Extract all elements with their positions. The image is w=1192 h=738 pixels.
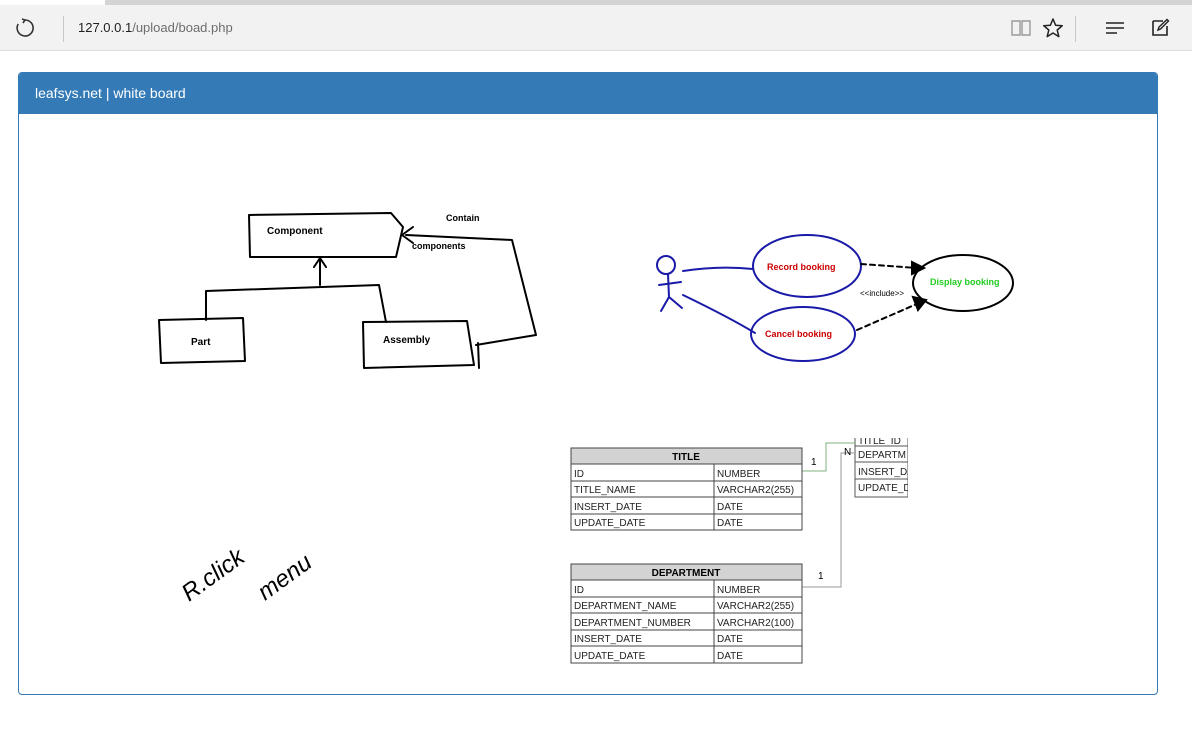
partial-table: TITLE_ID DEPARTM INSERT_DA UPDATE_D: [853, 433, 948, 503]
cancel-booking-label: Cancel booking: [765, 329, 832, 339]
hub-menu-icon[interactable]: [1100, 13, 1130, 43]
department-table: DEPARTMENT ID NUMBER DEPARTMENT_NAME VAR…: [570, 563, 803, 664]
partial-row: INSERT_DA: [858, 467, 914, 478]
whiteboard-canvas[interactable]: Component Part Assembly Contain componen…: [19, 115, 1157, 694]
url-host: 127.0.0.1: [78, 20, 133, 35]
assembly-label: Assembly: [383, 335, 431, 346]
relation-label-line2: components: [412, 241, 466, 251]
url-path: /upload/boad.php: [132, 20, 233, 35]
include-arrow-bottom: [856, 302, 920, 331]
refresh-icon[interactable]: [10, 13, 40, 43]
include-arrow-top: [860, 263, 918, 269]
web-note-icon[interactable]: [1145, 13, 1175, 43]
favorite-star-icon[interactable]: [1038, 13, 1068, 43]
address-bar[interactable]: 127.0.0.1/upload/boad.php: [78, 20, 233, 35]
include-label: <<include>>: [860, 289, 904, 298]
department-cell: INSERT_DATE: [574, 634, 642, 645]
title-table-name: TITLE: [672, 452, 700, 463]
department-cell: ID: [574, 585, 584, 596]
cardinality-department: 1: [818, 571, 824, 582]
department-cell: DATE: [717, 634, 743, 645]
use-case-diagram: [656, 234, 1014, 362]
title-cell: DATE: [717, 518, 743, 529]
actor-to-cancel-line: [682, 294, 756, 334]
department-table-name: DEPARTMENT: [652, 568, 721, 579]
relation-line-department: [802, 452, 855, 588]
toolbar-separator: [1075, 16, 1076, 42]
department-cell: VARCHAR2(255): [717, 601, 794, 612]
partial-row: UPDATE_D: [858, 483, 911, 494]
department-cell: NUMBER: [717, 585, 760, 596]
relation-label-line1: Contain: [446, 213, 480, 223]
title-table: TITLE ID NUMBER TITLE_NAME VARCHAR2(255)…: [570, 447, 803, 531]
cardinality-title: 1: [811, 457, 817, 468]
title-cell: INSERT_DATE: [574, 502, 642, 513]
title-cell: NUMBER: [717, 469, 760, 480]
handwriting-line2: menu: [253, 549, 317, 606]
partial-row: DEPARTM: [858, 450, 906, 461]
department-cell: UPDATE_DATE: [574, 651, 646, 662]
toolbar-separator: [63, 16, 64, 42]
whiteboard-panel: leafsys.net | white board Component Part…: [18, 72, 1158, 695]
browser-toolbar: 127.0.0.1/upload/boad.php: [0, 5, 1192, 51]
inheritance-arrow: [205, 257, 387, 323]
title-cell: UPDATE_DATE: [574, 518, 646, 529]
title-cell: VARCHAR2(255): [717, 485, 794, 496]
department-cell: DEPARTMENT_NAME: [574, 601, 677, 612]
actor-figure: [656, 255, 683, 312]
use-case-labels: Record booking Cancel booking Display bo…: [765, 262, 1000, 339]
part-label: Part: [191, 337, 211, 348]
handwritten-note: R.click menu: [177, 542, 317, 607]
title-cell: TITLE_NAME: [574, 485, 636, 496]
er-diagram: TITLE_ID DEPARTM INSERT_DA UPDATE_D 1 N …: [570, 433, 948, 664]
department-cell: DATE: [717, 651, 743, 662]
class-diagram: [158, 212, 537, 369]
reading-view-icon[interactable]: [1006, 13, 1036, 43]
cardinality-n: N: [844, 447, 851, 458]
department-cell: DEPARTMENT_NUMBER: [574, 618, 691, 629]
panel-title: leafsys.net | white board: [19, 73, 1157, 114]
department-cell: VARCHAR2(100): [717, 618, 794, 629]
title-cell: ID: [574, 469, 584, 480]
record-booking-label: Record booking: [767, 262, 836, 272]
class-diagram-labels: Component Part Assembly Contain componen…: [191, 213, 480, 348]
component-label: Component: [267, 226, 323, 237]
actor-to-record-line: [682, 266, 754, 272]
display-booking-label: Display booking: [930, 277, 1000, 287]
title-cell: DATE: [717, 502, 743, 513]
handwriting-line1: R.click: [177, 542, 252, 607]
